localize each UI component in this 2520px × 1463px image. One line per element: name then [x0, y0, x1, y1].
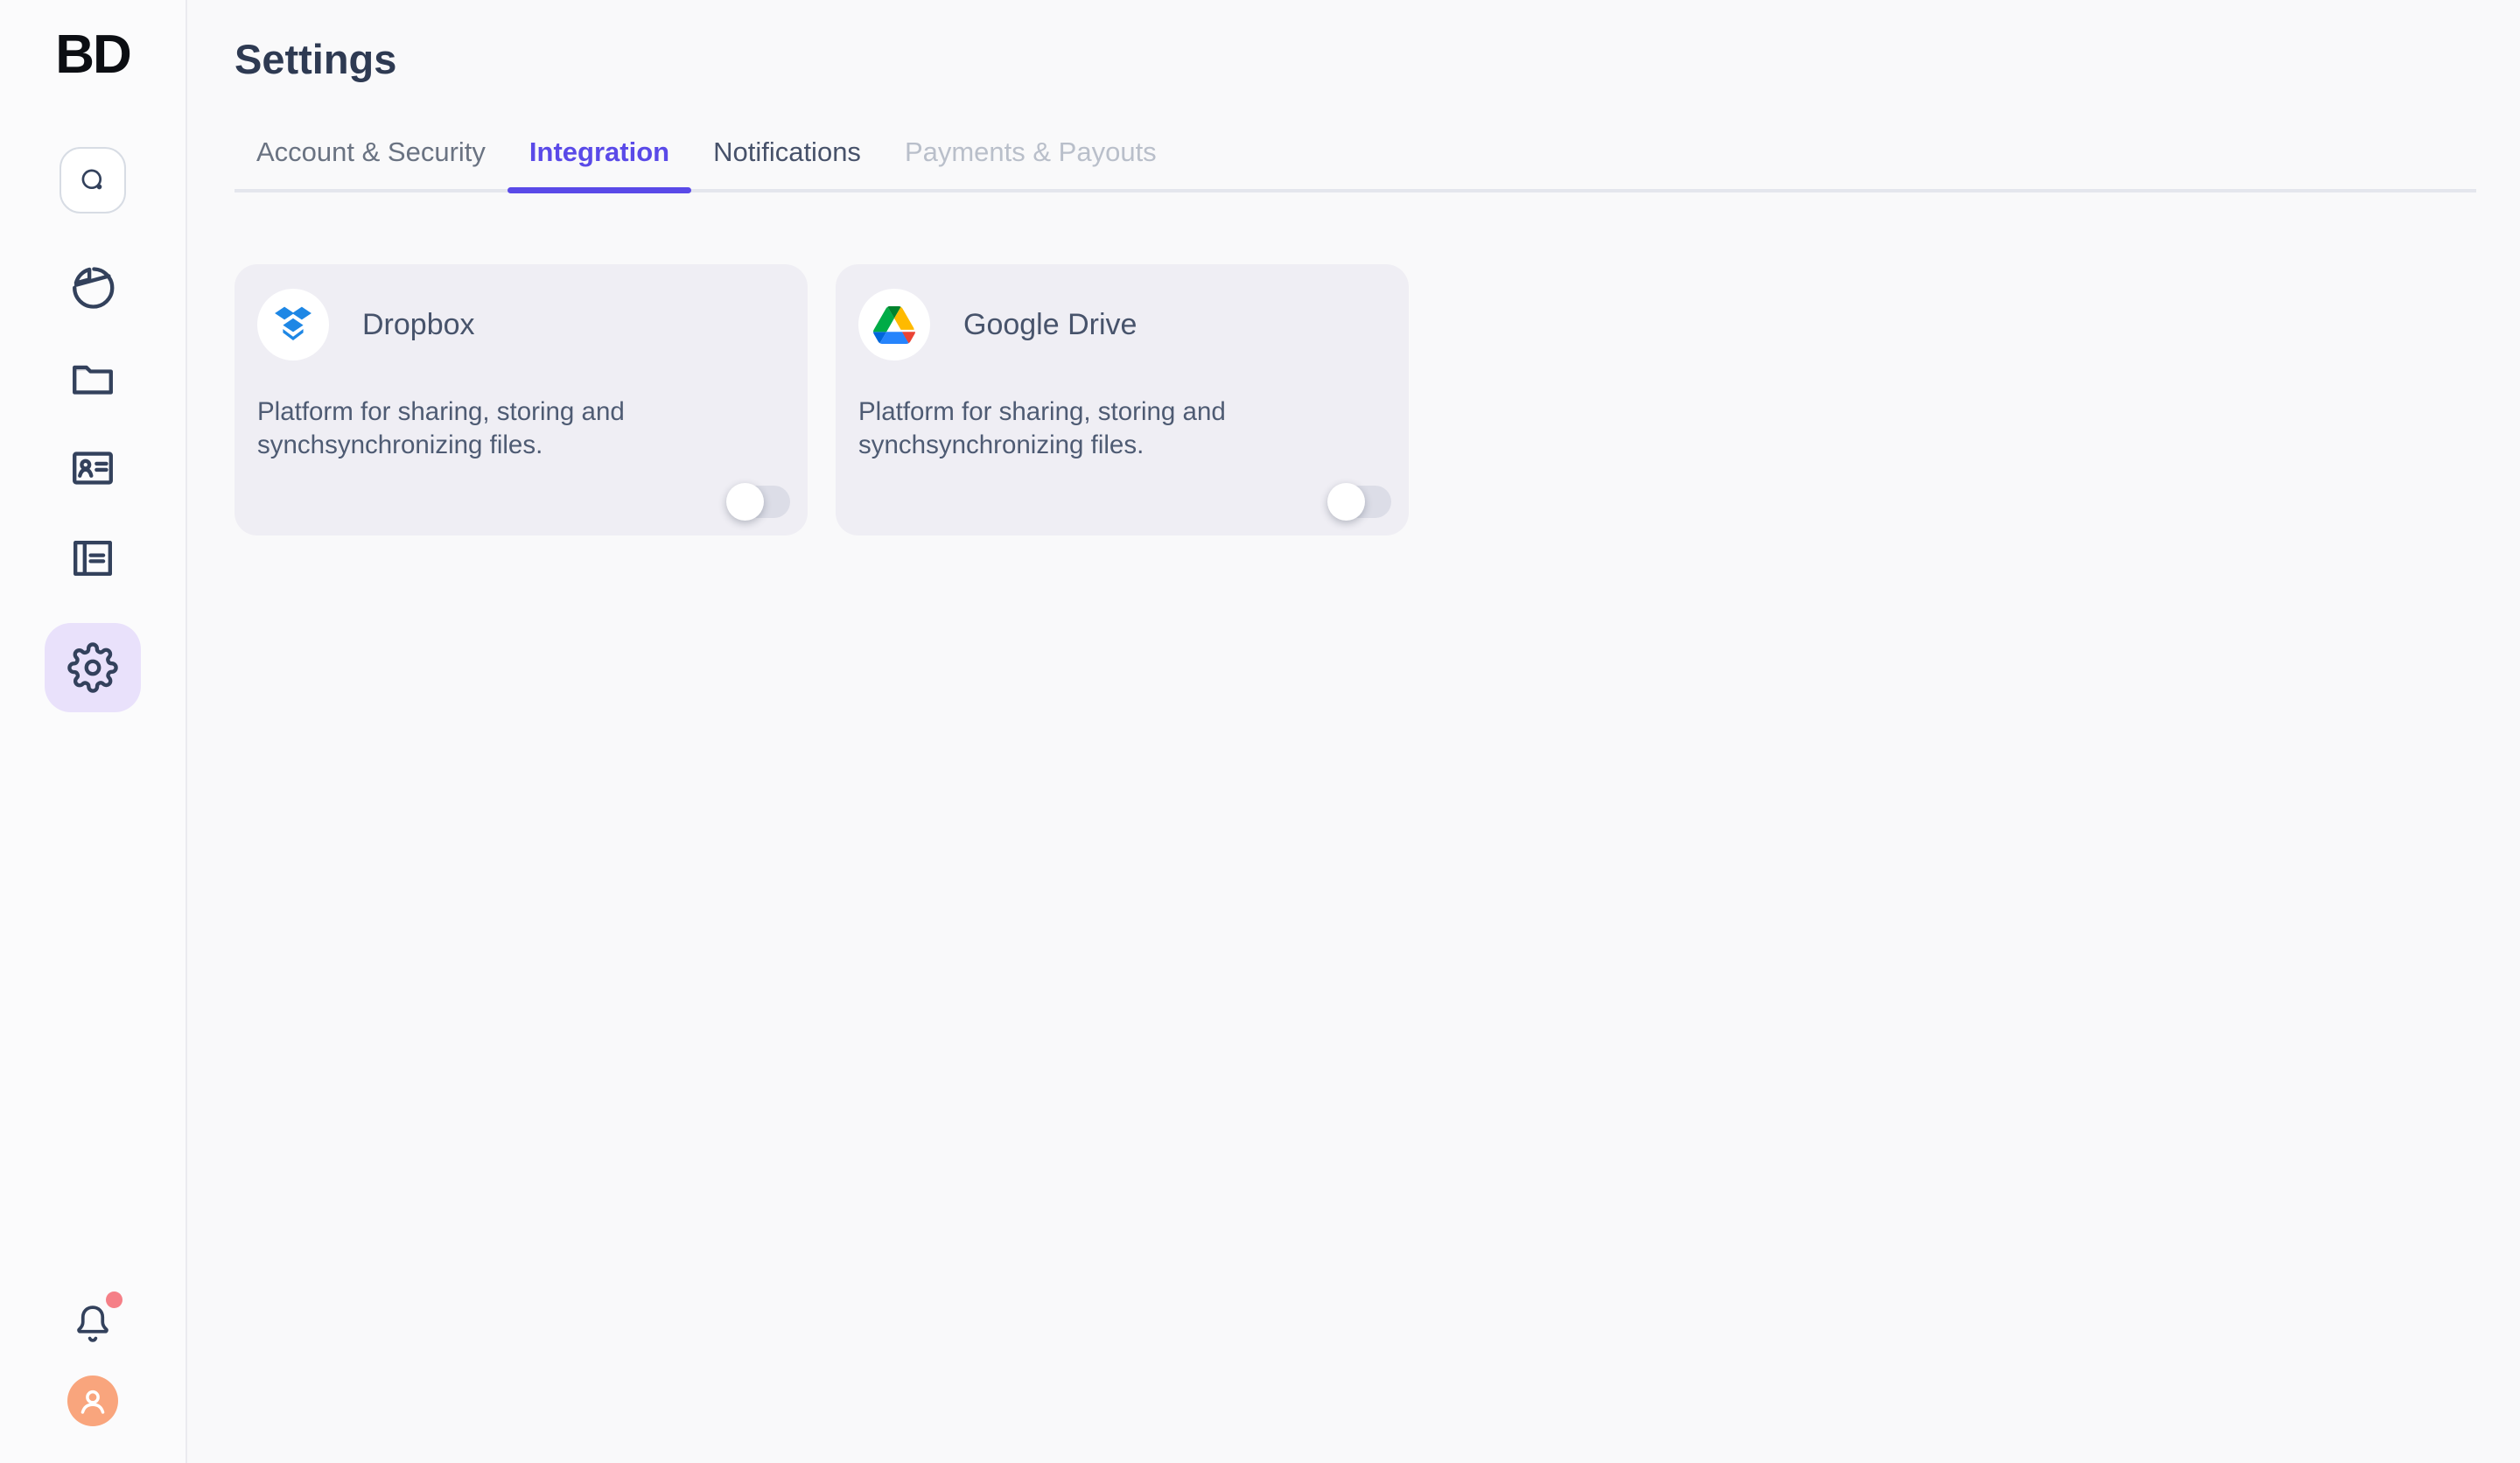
user-avatar[interactable] — [67, 1376, 118, 1426]
google-drive-icon — [858, 289, 930, 360]
folder-icon — [67, 353, 118, 403]
sidebar: BD — [0, 0, 187, 1463]
user-icon — [74, 1382, 111, 1419]
integration-description: Platform for sharing, storing and synchs… — [858, 396, 1274, 462]
dropbox-icon — [257, 289, 329, 360]
sidebar-item-news[interactable] — [67, 533, 118, 584]
tab-integration[interactable]: Integration — [508, 136, 691, 189]
page-title: Settings — [234, 35, 2476, 84]
integration-cards: Dropbox Platform for sharing, storing an… — [234, 264, 2476, 536]
sidebar-item-settings[interactable] — [45, 623, 141, 712]
integration-name: Google Drive — [963, 308, 1137, 342]
toggle-knob — [726, 483, 764, 521]
sidebar-item-files[interactable] — [67, 353, 118, 403]
search-icon — [77, 164, 108, 196]
bell-icon — [71, 1301, 115, 1345]
contact-card-icon — [67, 443, 118, 494]
sidebar-item-contacts[interactable] — [67, 443, 118, 494]
gear-icon — [67, 642, 118, 693]
integration-name: Dropbox — [362, 308, 475, 342]
google-drive-toggle[interactable] — [1328, 486, 1391, 518]
toggle-knob — [1327, 483, 1365, 521]
dropbox-toggle[interactable] — [727, 486, 790, 518]
notifications-button[interactable] — [68, 1298, 117, 1348]
card-header: Google Drive — [858, 289, 1386, 360]
card-header: Dropbox — [257, 289, 785, 360]
notification-badge — [106, 1292, 122, 1308]
tab-bar: Account & Security Integration Notificat… — [234, 136, 2476, 192]
main-content: Settings Account & Security Integration … — [187, 0, 2520, 1463]
integration-card-google-drive: Google Drive Platform for sharing, stori… — [836, 264, 1409, 536]
pie-chart-icon — [67, 262, 118, 313]
search-button[interactable] — [60, 147, 126, 214]
tab-notifications[interactable]: Notifications — [691, 136, 883, 189]
app-logo: BD — [55, 23, 130, 88]
sidebar-nav — [45, 262, 141, 712]
active-tab-underline — [508, 187, 691, 193]
sidebar-bottom — [67, 1298, 118, 1426]
sidebar-item-analytics[interactable] — [67, 262, 118, 313]
integration-description: Platform for sharing, storing and synchs… — [257, 396, 673, 462]
tab-account-security[interactable]: Account & Security — [234, 136, 508, 189]
tab-integration-label: Integration — [529, 136, 669, 167]
tab-payments-payouts[interactable]: Payments & Payouts — [883, 136, 1179, 189]
app-root: BD — [0, 0, 2520, 1463]
integration-card-dropbox: Dropbox Platform for sharing, storing an… — [234, 264, 808, 536]
news-icon — [67, 533, 118, 584]
